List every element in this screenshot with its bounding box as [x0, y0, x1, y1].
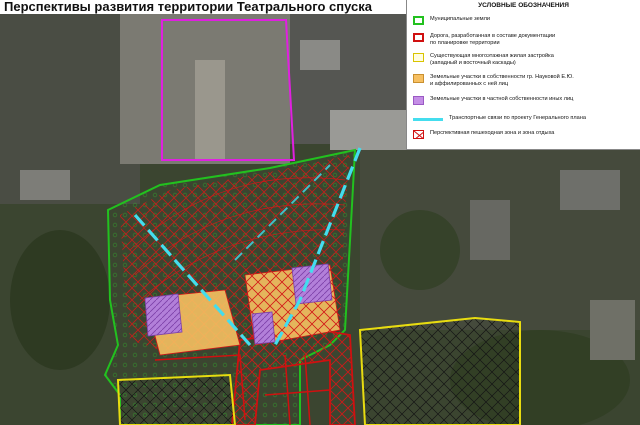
- map-title: Перспективы развития территории Театраль…: [0, 0, 408, 14]
- red-outline-icon: [413, 33, 424, 42]
- legend-label: Транспортные связи по проекту Генерально…: [449, 115, 586, 121]
- red-cross-hatch-icon: [413, 130, 424, 139]
- monument: [195, 60, 225, 160]
- purple-fill-icon: [413, 96, 424, 105]
- orange-fill-icon: [413, 74, 424, 83]
- legend-item-private: Земельные участки в частной собственност…: [413, 96, 639, 105]
- legend-label: Перспективная пешеходная зона и зона отд…: [430, 130, 555, 136]
- legend-item-residential: Существующая многоэтажная жилая застройк…: [413, 53, 639, 66]
- private-parcel: [144, 293, 183, 337]
- building: [20, 170, 70, 200]
- tree-cluster: [10, 230, 110, 370]
- legend-item-municipal: Муниципальные земли: [413, 16, 639, 25]
- building: [470, 200, 510, 260]
- legend-item-transport: Транспортные связи по проекту Генерально…: [413, 115, 639, 122]
- residential-cascade-west: [116, 373, 237, 425]
- legend: УСЛОВНЫЕ ОБОЗНАЧЕНИЯ Муниципальные земли…: [406, 0, 640, 150]
- building: [560, 170, 620, 210]
- legend-label: Земельные участки в частной собственност…: [430, 96, 574, 102]
- legend-item-pedestrian: Перспективная пешеходная зона и зона отд…: [413, 130, 639, 139]
- legend-heading: УСЛОВНЫЕ ОБОЗНАЧЕНИЯ: [478, 2, 569, 9]
- green-outline-icon: [413, 16, 424, 25]
- legend-label: Существующая многоэтажная жилая застройк…: [430, 53, 554, 66]
- legend-item-naukova: Земельные участки в собственности гр. На…: [413, 74, 639, 87]
- building: [300, 40, 340, 70]
- cyan-dash-line-icon: [413, 118, 443, 121]
- legend-label: Земельные участки в собственности гр. На…: [430, 74, 574, 87]
- tree-cluster: [380, 210, 460, 290]
- building: [330, 110, 410, 150]
- legend-label: Дорога, разработанная в составе документ…: [430, 33, 556, 46]
- legend-item-road: Дорога, разработанная в составе документ…: [413, 33, 639, 46]
- private-parcel: [251, 311, 276, 345]
- legend-label: Муниципальные земли: [430, 16, 491, 22]
- yellow-outline-icon: [413, 53, 424, 62]
- building: [590, 300, 635, 360]
- residential-cascade-east: [358, 316, 521, 425]
